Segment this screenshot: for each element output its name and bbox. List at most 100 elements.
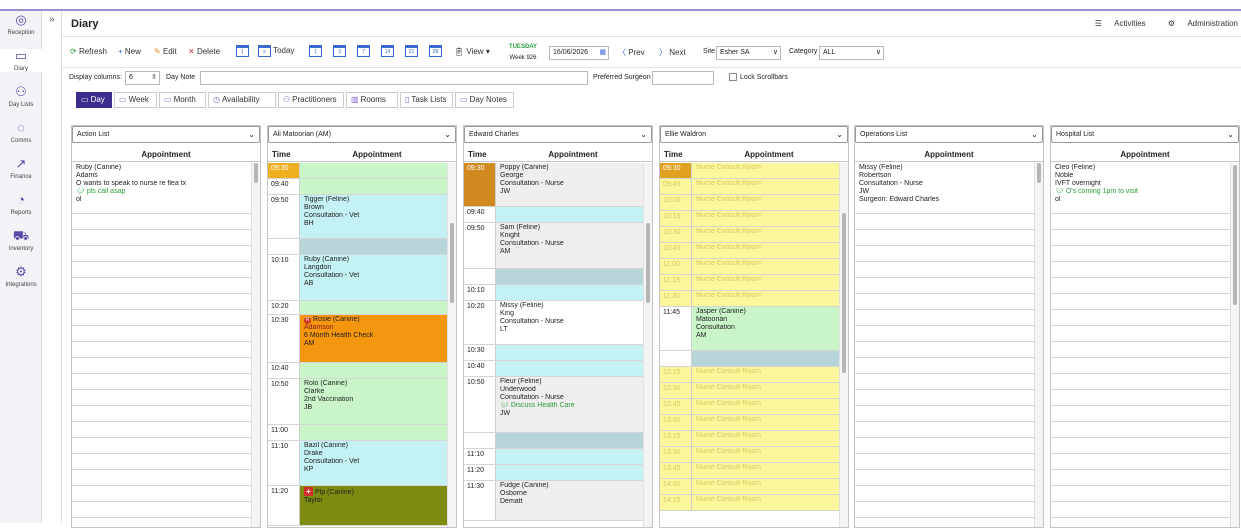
appointment[interactable]: R Rosie (Canine) Adamson 6 Month Health Che… <box>300 315 447 362</box>
appointment[interactable]: Nurse Consult Room <box>692 227 839 242</box>
time-slot[interactable]: 12:30 Nurse Consult Room <box>660 383 839 399</box>
time-slot[interactable]: 10:20 <box>268 301 447 315</box>
time-slot[interactable]: 10:30 Nurse Consult Room <box>660 227 839 243</box>
appointment[interactable]: Nurse Consult Room <box>692 383 839 398</box>
time-slot[interactable]: 09:50 Tigger (Feline) Brown Consultation - … <box>268 195 447 239</box>
refresh-button[interactable]: ⟳ Refresh <box>70 47 107 56</box>
appointment[interactable]: Ruby (Canine) Langdon Consultation - Vet AB <box>300 255 447 300</box>
prev-day-calendar-button[interactable]: 1 <box>236 45 249 57</box>
display-columns-stepper[interactable]: 6 ⇳ <box>125 71 160 85</box>
time-slot[interactable]: 10:50 Fleur (Feline) Underwood Consultation… <box>464 377 643 433</box>
tab-day-notes[interactable]: ▭ Day Notes <box>455 92 514 108</box>
twentyone-day-button[interactable]: 21 <box>405 45 418 57</box>
preferred-surgeon-input[interactable] <box>652 71 714 85</box>
time-slot[interactable]: 14:15 Nurse Consult Room <box>660 495 839 511</box>
appointment[interactable]: Nurse Consult Room <box>692 399 839 414</box>
fourteen-day-button[interactable]: 14 <box>381 45 394 57</box>
time-slot[interactable]: 10:30 R Rosie (Canine) Adamson 6 Month Healt… <box>268 315 447 363</box>
time-slot[interactable]: 09:45 Nurse Consult Room <box>660 179 839 195</box>
nav-item-diary[interactable]: ▭ Diary <box>0 49 42 72</box>
time-slot[interactable]: 09:40 <box>464 207 643 223</box>
site-select[interactable]: Esher SA ∨ <box>716 46 781 60</box>
delete-button[interactable]: ✕ Delete <box>188 47 220 56</box>
time-slot[interactable]: 10:50 Rolo (Canine) Clarke 2nd Vaccination J… <box>268 379 447 425</box>
time-slot[interactable]: 10:15 Nurse Consult Room <box>660 211 839 227</box>
day-note-input[interactable] <box>200 71 588 85</box>
column-select-edward-charles[interactable]: Edward Charles ⌄ <box>464 126 652 143</box>
time-slot[interactable]: 10:40 <box>464 361 643 377</box>
column-select-action-list[interactable]: Action List ⌄ <box>72 126 260 143</box>
time-slot[interactable]: 09:30 <box>268 163 447 179</box>
lock-scrollbars-checkbox[interactable]: Lock Scrollbars <box>729 73 788 81</box>
list-entry[interactable]: Cleo (Feline) Noble IVFT overnight 💬︎ O's c… <box>1051 163 1230 213</box>
time-slot[interactable]: 13:30 Nurse Consult Room <box>660 447 839 463</box>
time-slot[interactable] <box>660 351 839 367</box>
time-slot[interactable]: 11:10 <box>464 449 643 465</box>
tab-month[interactable]: ▭ Month <box>159 92 206 108</box>
time-slot[interactable]: 13:15 Nurse Consult Room <box>660 431 839 447</box>
time-slot[interactable]: 11:30 Nurse Consult Room <box>660 291 839 307</box>
collapse-sidebar-icon[interactable]: » <box>49 14 55 25</box>
appointment[interactable]: Nurse Consult Room <box>692 463 839 478</box>
time-slot[interactable]: 09:30 Poppy (Canine) George Consultation - … <box>464 163 643 207</box>
column-select-ali-matoorian-am[interactable]: Ali Matoorian (AM) ⌄ <box>268 126 456 143</box>
scrollbar-thumb[interactable] <box>646 223 650 303</box>
appointment[interactable]: Sam (Feline) Knight Consultation - Nurse AM <box>496 223 643 268</box>
time-slot[interactable] <box>464 269 643 285</box>
time-slot[interactable] <box>268 239 447 255</box>
scrollbar-thumb[interactable] <box>450 223 454 303</box>
today-button[interactable]: ≡ Today <box>258 45 294 57</box>
category-select[interactable]: ALL ∨ <box>819 46 884 60</box>
nav-item-reports[interactable]: ◔ Reports <box>0 193 42 217</box>
appointment[interactable]: Nurse Consult Room <box>692 195 839 210</box>
edit-button[interactable]: ✎ Edit <box>154 47 177 56</box>
scrollbar-thumb[interactable] <box>842 213 846 373</box>
appointment[interactable]: Nurse Consult Room <box>692 447 839 462</box>
appointment[interactable]: Missy (Feline) King Consultation - Nurse LT <box>496 301 643 344</box>
time-slot[interactable]: 10:40 <box>268 363 447 379</box>
vertical-scrollbar[interactable] <box>447 163 456 527</box>
activities-link[interactable]: ☰ Activities <box>1085 19 1146 28</box>
appointment[interactable]: Bazil (Canine) Drake Consultation - Vet KP <box>300 441 447 485</box>
tab-rooms[interactable]: ▥ Rooms <box>346 92 398 108</box>
tab-day[interactable]: ▭ Day <box>76 92 112 108</box>
twentyeight-day-button[interactable]: 28 <box>429 45 442 57</box>
one-day-button[interactable]: 1 <box>309 45 322 57</box>
appointment[interactable]: Nurse Consult Room <box>692 367 839 382</box>
time-slot[interactable]: 09:40 <box>268 179 447 195</box>
nav-item-integrations[interactable]: ⚙ Integrations <box>0 265 42 289</box>
scrollbar-thumb[interactable] <box>254 163 258 183</box>
time-slot[interactable]: 13:00 Nurse Consult Room <box>660 415 839 431</box>
administration-link[interactable]: ⚙ Administration <box>1158 19 1238 28</box>
list-item[interactable]: Missy (Feline) Robertson Consultation - Nu… <box>855 163 1034 214</box>
time-slot[interactable]: 10:00 Nurse Consult Room <box>660 195 839 211</box>
list-entry[interactable]: Missy (Feline) Robertson Consultation - Nu… <box>855 163 1034 213</box>
time-slot[interactable]: 11:00 Nurse Consult Room <box>660 259 839 275</box>
checkbox-box[interactable] <box>729 73 737 81</box>
appointment[interactable]: Tigger (Feline) Brown Consultation - Vet BH <box>300 195 447 238</box>
tab-availability[interactable]: ◷ Availability <box>208 92 276 108</box>
calendar-picker-icon[interactable]: ▦ <box>599 47 606 59</box>
time-slot[interactable]: 10:20 Missy (Feline) King Consultation - Nu… <box>464 301 643 345</box>
time-slot[interactable]: 10:10 Ruby (Canine) Langdon Consultation - … <box>268 255 447 301</box>
stepper-icon[interactable]: ⇳ <box>151 72 157 84</box>
nav-item-day-lists[interactable]: ⚇ Day Lists <box>0 85 42 109</box>
time-slot[interactable]: 11:10 Bazil (Canine) Drake Consultation - V… <box>268 441 447 486</box>
time-slot[interactable] <box>464 433 643 449</box>
time-slot[interactable]: 11:00 <box>268 425 447 441</box>
nav-item-finance[interactable]: ↗ Finance <box>0 157 42 181</box>
prev-button[interactable]: 〈 Prev <box>618 47 645 58</box>
appointment[interactable]: Nurse Consult Room <box>692 291 839 306</box>
vertical-scrollbar[interactable] <box>1034 163 1043 527</box>
vertical-scrollbar[interactable] <box>251 163 260 527</box>
time-slot[interactable]: 09:50 Sam (Feline) Knight Consultation - Nu… <box>464 223 643 269</box>
appointment[interactable]: Nurse Consult Room <box>692 259 839 274</box>
column-select-operations-list[interactable]: Operations List ⌄ <box>855 126 1043 143</box>
appointment[interactable]: Nurse Consult Room <box>692 431 839 446</box>
time-slot[interactable]: 09:30 Nurse Consult Room <box>660 163 839 179</box>
nav-item-reception[interactable]: ◎ Reception <box>0 13 42 37</box>
scrollbar-thumb[interactable] <box>1233 165 1237 305</box>
vertical-scrollbar[interactable] <box>839 163 848 527</box>
column-select-hospital-list[interactable]: Hospital List ⌄ <box>1051 126 1239 143</box>
time-slot[interactable]: 13:45 Nurse Consult Room <box>660 463 839 479</box>
